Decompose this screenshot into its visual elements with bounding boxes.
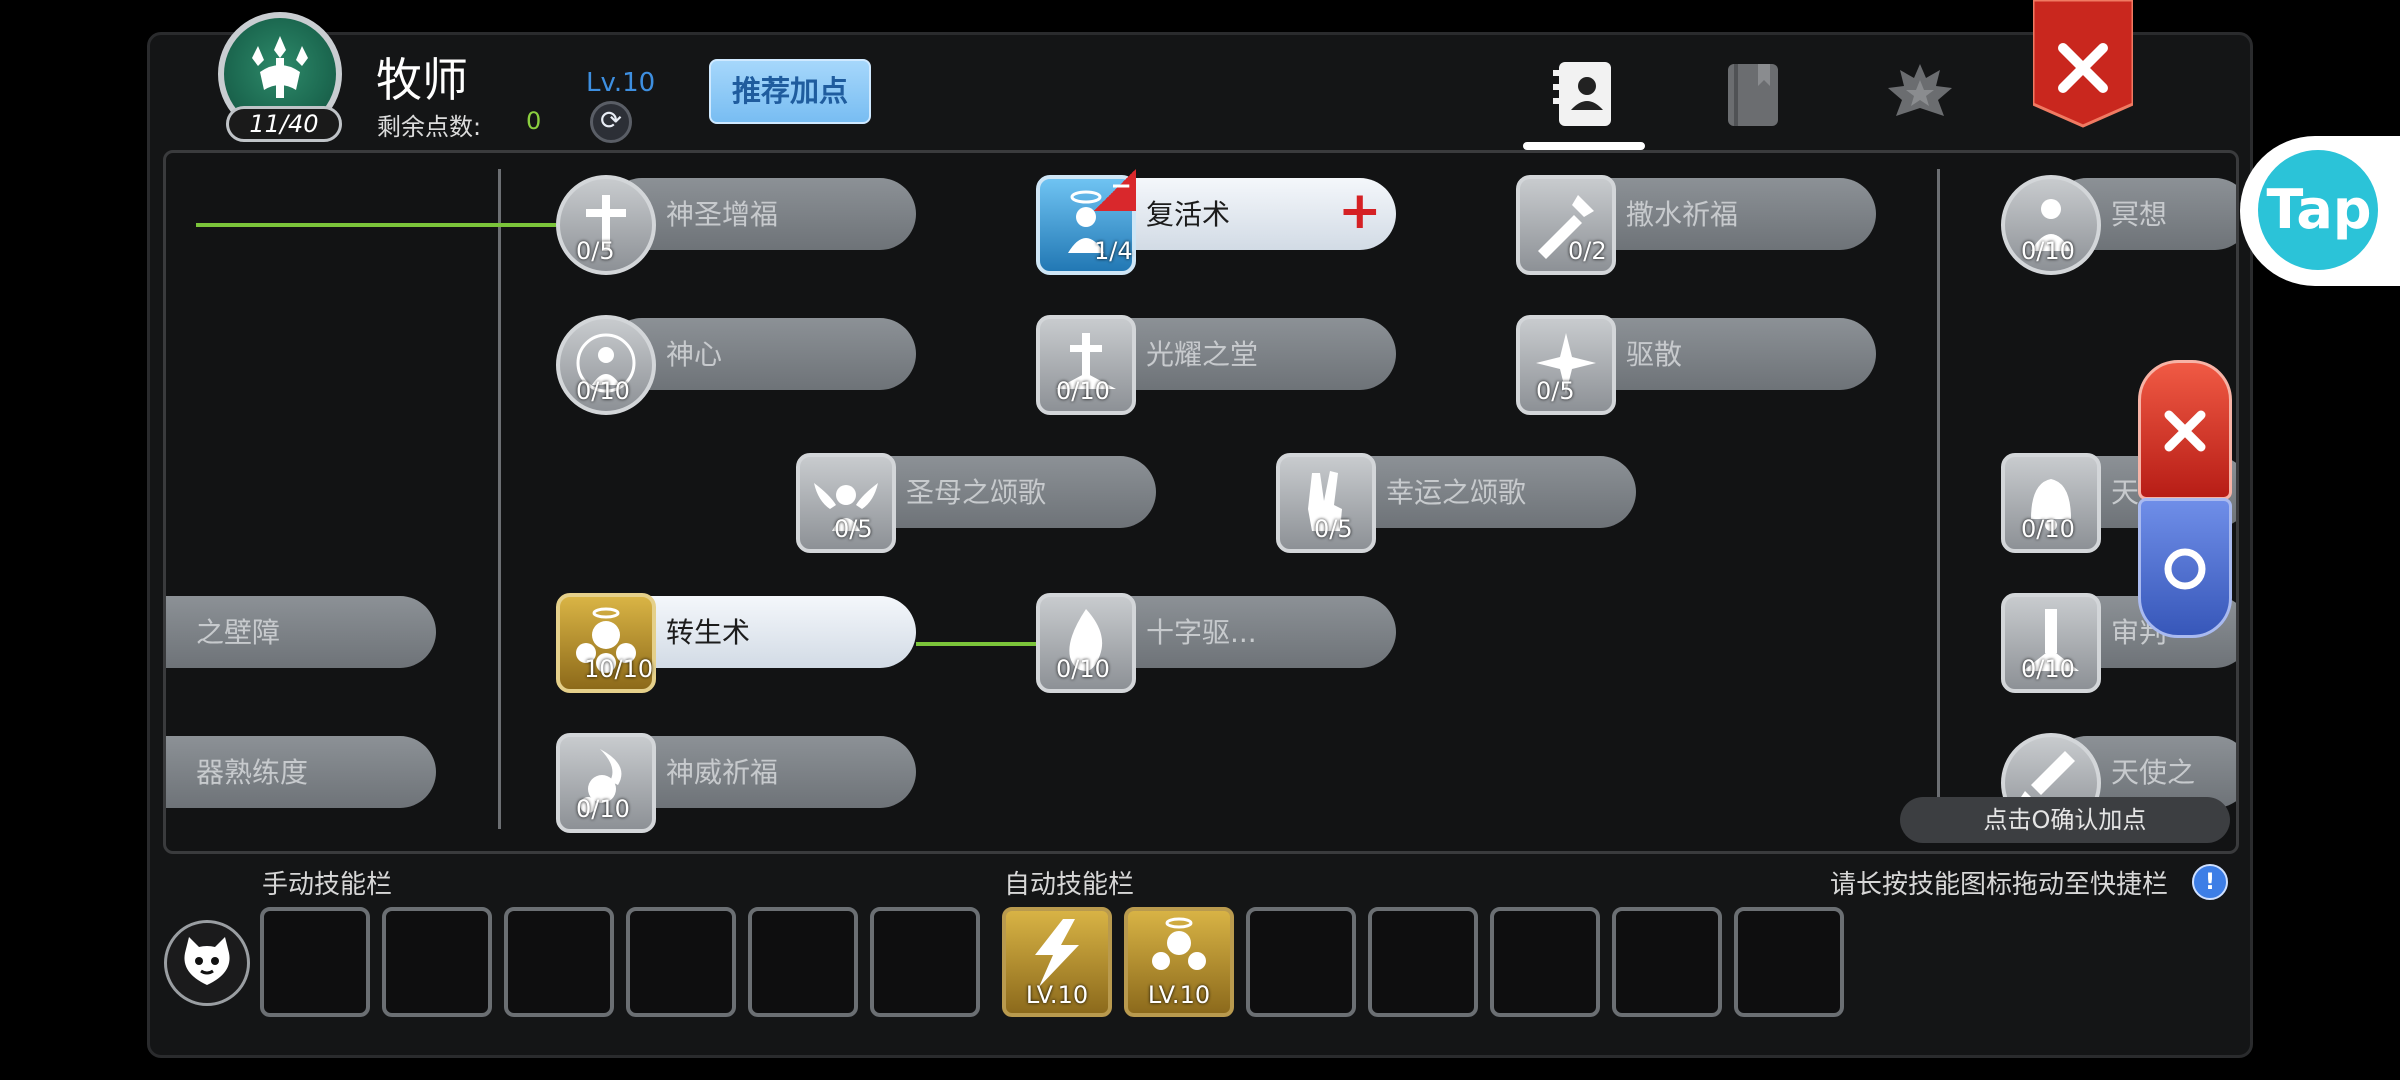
skill-item[interactable]: 神圣增福 0/5 — [556, 175, 916, 275]
auto-skill-slot[interactable] — [1246, 907, 1356, 1017]
remaining-points-label: 剩余点数: — [377, 113, 482, 141]
skill-item[interactable]: 冥想 0/10 — [2001, 175, 2236, 275]
auto-skill-slot[interactable]: LV.10 — [1002, 907, 1112, 1017]
skill-item[interactable]: 幸运之颂歌 0/5 — [1276, 453, 1636, 553]
skill-level: 10/10 — [584, 655, 654, 683]
tap-floating-button[interactable]: Tap — [2240, 136, 2400, 286]
skill-level: 0/10 — [2021, 237, 2075, 265]
skill-name: 光耀之堂 — [1146, 338, 1259, 371]
slot-level: LV.10 — [1147, 981, 1211, 1009]
tab-emblem[interactable] — [1880, 56, 1960, 136]
mascot-icon[interactable] — [164, 920, 250, 1006]
skill-level: 0/10 — [1056, 655, 1110, 683]
skill-item[interactable]: − 复活术 1/4 + — [1036, 169, 1396, 275]
active-tab-indicator — [1523, 142, 1645, 150]
skill-name: 神心 — [666, 338, 723, 371]
character-level: Lv.10 — [586, 68, 656, 98]
skill-item[interactable]: 驱散 0/5 — [1516, 315, 1876, 415]
manual-skill-slot[interactable] — [260, 907, 370, 1017]
skill-item[interactable]: 撒水祈福 0/2 — [1516, 175, 1876, 275]
auto-skill-slot[interactable]: LV.10 — [1124, 907, 1234, 1017]
book-icon — [1728, 64, 1778, 126]
circle-confirm-icon — [2164, 548, 2206, 590]
skill-name: 撒水祈福 — [1626, 198, 1739, 231]
skill-name: 之壁障 — [196, 616, 281, 649]
confirm-points-hint: 点击O确认加点 — [1900, 797, 2230, 843]
skill-level: 0/10 — [2021, 655, 2075, 683]
info-icon[interactable]: ! — [2192, 864, 2228, 900]
skill-level: 0/2 — [1568, 237, 1607, 265]
slot-level: LV.10 — [1025, 981, 1089, 1009]
manual-skill-bar-label: 手动技能栏 — [262, 870, 393, 900]
auto-skill-slot[interactable] — [1368, 907, 1478, 1017]
skill-level: 1/4 — [1094, 237, 1133, 265]
auto-skill-slot[interactable] — [1612, 907, 1722, 1017]
skill-name: 天 — [2111, 476, 2140, 509]
cancel-points-button[interactable] — [2138, 360, 2232, 500]
skill-name: 器熟练度 — [196, 756, 309, 789]
decrease-level-button[interactable]: − — [1094, 169, 1136, 211]
skill-item[interactable]: 圣母之颂歌 0/5 — [796, 453, 1156, 553]
close-icon — [2164, 410, 2206, 452]
remaining-points-value: 0 — [526, 107, 542, 135]
auto-skill-slot[interactable] — [1490, 907, 1600, 1017]
close-icon — [2031, 0, 2135, 128]
skill-name: 十字驱... — [1146, 616, 1257, 649]
drag-hint: 请长按技能图标拖动至快捷栏 — [1830, 870, 2169, 900]
skill-level: 0/5 — [576, 237, 615, 265]
skill-level: 0/10 — [2021, 515, 2075, 543]
skill-link — [196, 223, 556, 227]
skill-level: 0/10 — [576, 795, 630, 823]
skill-item[interactable]: 神威祈福 0/10 — [556, 733, 916, 833]
reset-points-button[interactable]: ⟳ — [590, 101, 632, 143]
manual-skill-slot[interactable] — [870, 907, 980, 1017]
auto-skill-slot[interactable] — [1734, 907, 1844, 1017]
tree-divider-left — [498, 169, 501, 829]
manual-skill-slot[interactable] — [504, 907, 614, 1017]
skill-link — [916, 642, 1036, 646]
skill-item[interactable]: 光耀之堂 0/10 — [1036, 315, 1396, 415]
refresh-icon: ⟳ — [600, 106, 622, 136]
auto-skill-bar-label: 自动技能栏 — [1004, 870, 1135, 900]
skill-item[interactable]: 之壁障 — [166, 593, 436, 671]
skill-name: 神威祈福 — [666, 756, 779, 789]
manual-skill-slot[interactable] — [626, 907, 736, 1017]
skill-item[interactable]: 神心 0/10 — [556, 315, 916, 415]
manual-skill-slot[interactable] — [748, 907, 858, 1017]
skill-level: 0/5 — [1314, 515, 1353, 543]
skill-name: 天使之 — [2111, 756, 2196, 789]
skill-tree: 神圣增福 0/5 − 复活术 1/4 + 撒水祈福 0/2 冥想 0/10 神心… — [163, 150, 2239, 854]
skill-item[interactable]: 转生术 10/10 — [556, 593, 916, 693]
skill-name: 冥想 — [2111, 198, 2168, 231]
tab-book[interactable] — [1714, 56, 1794, 136]
close-panel-button[interactable] — [2031, 0, 2135, 128]
class-name: 牧师 — [376, 53, 468, 107]
emblem-icon — [1888, 64, 1952, 116]
skill-level: 0/5 — [1536, 377, 1575, 405]
skill-name: 神圣增福 — [666, 198, 779, 231]
recommend-points-button[interactable]: 推荐加点 — [709, 59, 871, 124]
priest-emblem-icon — [252, 36, 308, 98]
skill-name: 复活术 — [1146, 198, 1231, 231]
skill-name: 幸运之颂歌 — [1386, 476, 1527, 509]
skill-item[interactable]: 十字驱... 0/10 — [1036, 593, 1396, 693]
increase-level-button[interactable]: + — [1338, 185, 1382, 237]
skill-item[interactable]: 器熟练度 — [166, 733, 436, 811]
skill-level: 0/10 — [1056, 377, 1110, 405]
skill-level: 0/10 — [576, 377, 630, 405]
skill-name: 转生术 — [666, 616, 751, 649]
skill-book-icon — [1553, 62, 1611, 126]
tree-divider-right — [1937, 169, 1940, 829]
minus-icon: − — [1110, 171, 1132, 201]
skill-name: 圣母之颂歌 — [906, 476, 1047, 509]
skill-points-used: 11/40 — [226, 106, 342, 142]
skill-name: 驱散 — [1626, 338, 1683, 371]
manual-skill-slot[interactable] — [382, 907, 492, 1017]
tap-label: Tap — [2266, 178, 2372, 241]
skill-level: 0/5 — [834, 515, 873, 543]
tab-skills[interactable] — [1545, 56, 1625, 136]
confirm-points-button[interactable] — [2138, 498, 2232, 638]
